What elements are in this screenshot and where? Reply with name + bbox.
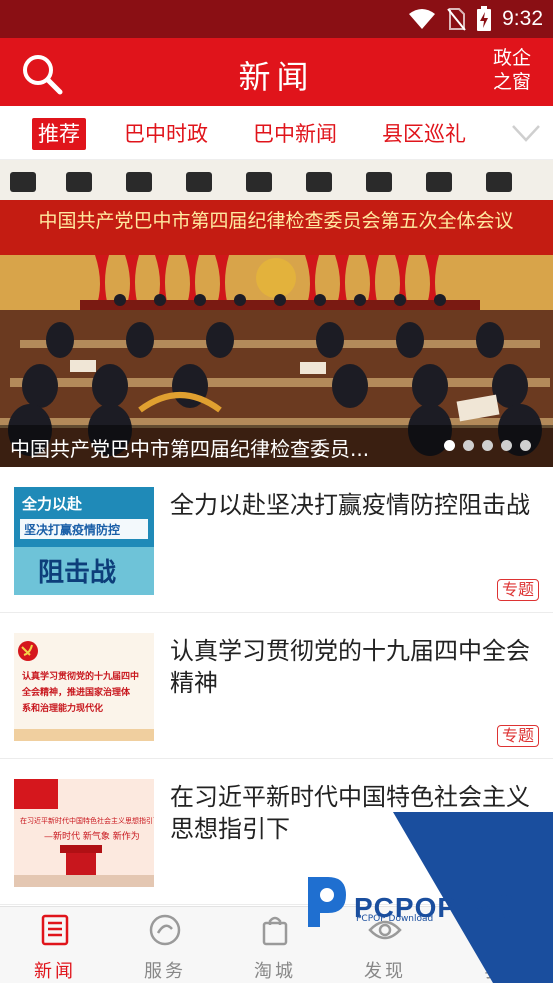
topic-badge: 专题 — [496, 579, 539, 601]
channel-tab-bar: 推荐 巴中时政 巴中新闻 县区巡礼 — [0, 106, 553, 160]
thumb-text: 认真学习贯彻党的十九届四中 — [22, 670, 139, 682]
nav-news[interactable]: 新闻 — [0, 913, 110, 983]
thumb-text: 阻击战 — [38, 558, 116, 588]
nav-label: 新闻 — [34, 961, 76, 982]
gov-window-link[interactable]: 政企 之窗 — [489, 46, 535, 94]
tab-bazhong-politics[interactable]: 巴中时政 — [124, 118, 208, 150]
thumb-text: 系和治理能力现代化 — [22, 702, 103, 714]
service-icon — [149, 914, 181, 946]
carousel-dot[interactable] — [463, 440, 474, 451]
watermark-subtext: PCPOP Download — [356, 914, 434, 924]
carousel-dot[interactable] — [501, 440, 512, 451]
carousel-dot[interactable] — [482, 440, 493, 451]
carousel-dot[interactable] — [444, 440, 455, 451]
tab-county-tour[interactable]: 县区巡礼 — [382, 118, 466, 150]
newspaper-icon — [41, 914, 69, 946]
carousel-indicator — [444, 440, 531, 451]
headline-carousel[interactable]: 中国共产党巴中市第四届纪律检查委员会第五次全体会议 中国共产党巴中市第四届纪律检… — [0, 160, 553, 467]
nav-service[interactable]: 服务 — [110, 913, 220, 983]
gov-window-label-line2: 之窗 — [492, 71, 531, 93]
status-bar: 9:32 — [0, 0, 553, 38]
gov-window-label-line1: 政企 — [492, 47, 531, 69]
thumb-text: 在习近平新时代中国特色社会主义思想指引下 — [20, 816, 154, 825]
tab-recommend[interactable]: 推荐 — [32, 118, 86, 150]
news-thumbnail: 在习近平新时代中国特色社会主义思想指引下 —新时代 新气象 新作为 — [14, 779, 154, 887]
watermark-logo-icon — [308, 877, 346, 927]
no-sim-icon — [447, 8, 466, 31]
news-title: 在习近平新时代中国特色社会主义思想指引下 — [170, 783, 530, 843]
shopping-bag-icon — [262, 916, 288, 946]
news-title: 认真学习贯彻党的十九届四中全会精神 — [170, 637, 530, 697]
news-thumbnail: 认真学习贯彻党的十九届四中 全会精神，推进国家治理体 系和治理能力现代化 — [14, 633, 154, 741]
nav-label: 淘城 — [254, 961, 296, 982]
carousel-caption-bar: 中国共产党巴中市第四届纪律检查委员... — [0, 425, 553, 467]
nav-label: 我 — [484, 961, 506, 982]
chevron-down-icon[interactable] — [511, 120, 541, 146]
page-title: 新闻 — [238, 58, 315, 96]
news-list-item[interactable]: 在习近平新时代中国特色社会主义思想指引下 —新时代 新气象 新作为 在习近平新时… — [0, 759, 553, 905]
carousel-dot[interactable] — [520, 440, 531, 451]
thumb-text: 全会精神，推进国家治理体 — [21, 686, 131, 698]
tab-bazhong-news[interactable]: 巴中新闻 — [253, 118, 337, 150]
news-list-item[interactable]: 认真学习贯彻党的十九届四中 全会精神，推进国家治理体 系和治理能力现代化 认真学… — [0, 613, 553, 759]
nav-label: 服务 — [144, 961, 186, 982]
news-title: 全力以赴坚决打赢疫情防控阻击战 — [170, 491, 530, 519]
status-icons: 9:32 — [408, 6, 543, 32]
status-time: 9:32 — [502, 7, 543, 30]
wifi-icon — [409, 9, 436, 29]
hall-banner-text: 中国共产党巴中市第四届纪律检查委员会第五次全体会议 — [38, 210, 513, 232]
meeting-photo: 中国共产党巴中市第四届纪律检查委员会第五次全体会议 — [0, 160, 553, 467]
carousel-caption: 中国共产党巴中市第四届纪律检查委员... — [10, 437, 370, 461]
nav-label: 发现 — [364, 961, 406, 982]
news-thumbnail: 全力以赴 坚决打赢疫情防控 阻击战 — [14, 487, 154, 595]
thumb-text: 全力以赴 — [21, 495, 83, 513]
news-list-item[interactable]: 全力以赴 坚决打赢疫情防控 阻击战 全力以赴坚决打赢疫情防控阻击战 专题 — [0, 467, 553, 613]
thumb-text: —新时代 新气象 新作为 — [44, 830, 140, 842]
app-header: 新闻 政企 之窗 — [0, 38, 553, 106]
battery-charging-icon — [477, 6, 492, 31]
topic-badge: 专题 — [496, 725, 539, 747]
thumb-text: 坚决打赢疫情防控 — [24, 522, 120, 537]
